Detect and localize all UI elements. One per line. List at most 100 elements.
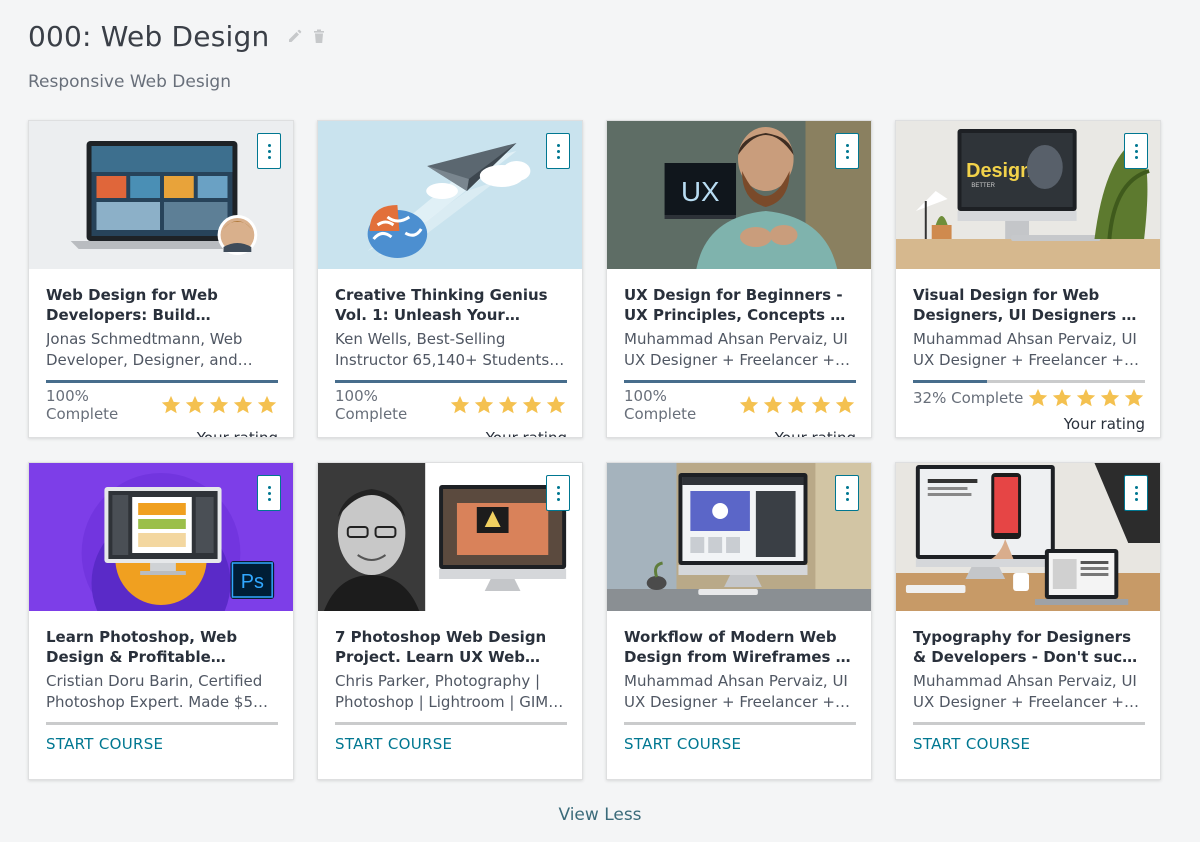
course-thumbnail[interactable]	[29, 121, 293, 269]
star-rating[interactable]	[738, 394, 856, 416]
course-menu-button[interactable]	[1124, 133, 1148, 169]
course-card[interactable]: Creative Thinking Genius Vol. 1: Unleash…	[317, 120, 583, 438]
your-rating-label[interactable]: Your rating	[335, 429, 567, 437]
course-title[interactable]: 7 Photoshop Web Design Project. Learn UX…	[335, 627, 565, 667]
course-thumbnail[interactable]: UX	[607, 121, 871, 269]
star-icon[interactable]	[545, 394, 567, 416]
star-icon[interactable]	[449, 394, 471, 416]
star-icon[interactable]	[810, 394, 832, 416]
progress-bar	[913, 722, 1145, 725]
course-title[interactable]: Learn Photoshop, Web Design & Profitable…	[46, 627, 276, 667]
star-icon[interactable]	[256, 394, 278, 416]
course-thumbnail[interactable]: Design BETTER	[896, 121, 1160, 269]
course-instructor: Chris Parker, Photography | Photoshop | …	[335, 672, 558, 711]
thumb-text-better: BETTER	[971, 183, 995, 189]
course-instructor: Muhammad Ahsan Pervaiz, UI UX Designer +…	[624, 330, 848, 369]
star-icon[interactable]	[738, 394, 760, 416]
course-card[interactable]: Web Design for Web Developers: Build Bea…	[28, 120, 294, 438]
course-menu-button[interactable]	[257, 475, 281, 511]
start-course-link[interactable]: START COURSE	[913, 735, 1143, 753]
course-thumbnail[interactable]	[607, 463, 871, 611]
star-icon[interactable]	[208, 394, 230, 416]
course-title[interactable]: Web Design for Web Developers: Build Bea…	[46, 285, 276, 325]
completion-status: 100% Complete	[46, 387, 119, 423]
course-instructor: Muhammad Ahsan Pervaiz, UI UX Designer +…	[913, 330, 1137, 369]
course-title[interactable]: Typography for Designers & Developers - …	[913, 627, 1143, 667]
star-icon[interactable]	[232, 394, 254, 416]
course-card[interactable]: 7 Photoshop Web Design Project. Learn UX…	[317, 462, 583, 780]
page-subtitle: Responsive Web Design	[28, 72, 231, 92]
course-card[interactable]: Ps Learn Photoshop, Web Design & Profita…	[28, 462, 294, 780]
view-less-footer: View Less	[0, 805, 1200, 825]
pencil-icon[interactable]	[285, 25, 305, 47]
course-grid: Web Design for Web Developers: Build Bea…	[28, 120, 1161, 780]
course-menu-button[interactable]	[546, 133, 570, 169]
completion-status: 100% Complete	[624, 387, 697, 423]
course-menu-button[interactable]	[835, 133, 859, 169]
star-rating[interactable]	[1027, 387, 1145, 409]
course-title[interactable]: UX Design for Beginners - UX Principles,…	[624, 285, 854, 325]
star-icon[interactable]	[762, 394, 784, 416]
progress-bar	[335, 380, 567, 383]
star-icon[interactable]	[786, 394, 808, 416]
course-card[interactable]: Typography for Designers & Developers - …	[895, 462, 1161, 780]
course-thumbnail[interactable]: Ps	[29, 463, 293, 611]
trash-icon[interactable]	[309, 25, 329, 47]
progress-fill	[624, 380, 856, 383]
course-instructor: Muhammad Ahsan Pervaiz, UI UX Designer +…	[913, 672, 1137, 711]
course-title[interactable]: Creative Thinking Genius Vol. 1: Unleash…	[335, 285, 565, 325]
course-instructor: Muhammad Ahsan Pervaiz, UI UX Designer +…	[624, 672, 848, 711]
start-course-link[interactable]: START COURSE	[46, 735, 276, 753]
your-rating-label[interactable]: Your rating	[46, 429, 278, 437]
progress-bar	[46, 722, 278, 725]
course-menu-button[interactable]	[835, 475, 859, 511]
course-title[interactable]: Workflow of Modern Web Design from Wiref…	[624, 627, 854, 667]
start-course-link[interactable]: START COURSE	[624, 735, 854, 753]
completion-status: 100% Complete	[335, 387, 408, 423]
course-thumbnail[interactable]	[896, 463, 1160, 611]
course-instructor: Ken Wells, Best-Selling Instructor 65,14…	[335, 330, 550, 369]
star-rating[interactable]	[160, 394, 278, 416]
progress-bar	[913, 380, 1145, 383]
star-icon[interactable]	[1051, 387, 1073, 409]
star-icon[interactable]	[473, 394, 495, 416]
page-title: 000: Web Design	[28, 19, 270, 53]
view-less-link[interactable]: View Less	[558, 805, 641, 825]
start-course-link[interactable]: START COURSE	[335, 735, 565, 753]
course-thumbnail[interactable]	[318, 121, 582, 269]
progress-fill	[46, 380, 278, 383]
course-instructor: Cristian Doru Barin, Certified Photoshop…	[46, 672, 272, 711]
star-icon[interactable]	[834, 394, 856, 416]
course-menu-button[interactable]	[1124, 475, 1148, 511]
thumb-text-design: Design	[966, 160, 1032, 182]
progress-bar	[335, 722, 567, 725]
star-icon[interactable]	[1099, 387, 1121, 409]
star-icon[interactable]	[1027, 387, 1049, 409]
thumb-text-ps: Ps	[241, 571, 264, 593]
your-rating-label[interactable]: Your rating	[624, 429, 856, 437]
course-menu-button[interactable]	[257, 133, 281, 169]
progress-bar	[624, 722, 856, 725]
progress-fill	[335, 380, 567, 383]
star-icon[interactable]	[184, 394, 206, 416]
star-icon[interactable]	[521, 394, 543, 416]
course-card[interactable]: Design BETTER Visual Design for Web Desi…	[895, 120, 1161, 438]
thumb-text-ux: UX	[681, 176, 720, 207]
course-menu-button[interactable]	[546, 475, 570, 511]
star-icon[interactable]	[497, 394, 519, 416]
page-header: 000: Web Design Responsive Web Design	[28, 18, 329, 92]
completion-status: 32% Complete	[913, 389, 1024, 407]
course-card[interactable]: UX UX Design for Beginners - UX Principl…	[606, 120, 872, 438]
progress-bar	[46, 380, 278, 383]
star-rating[interactable]	[449, 394, 567, 416]
star-icon[interactable]	[1075, 387, 1097, 409]
course-thumbnail[interactable]	[318, 463, 582, 611]
course-card[interactable]: Workflow of Modern Web Design from Wiref…	[606, 462, 872, 780]
star-icon[interactable]	[1123, 387, 1145, 409]
course-title[interactable]: Visual Design for Web Designers, UI Desi…	[913, 285, 1143, 325]
progress-fill	[913, 380, 988, 383]
star-icon[interactable]	[160, 394, 182, 416]
course-instructor: Jonas Schmedtmann, Web Developer, Design…	[46, 330, 243, 369]
progress-bar	[624, 380, 856, 383]
your-rating-label[interactable]: Your rating	[913, 415, 1145, 433]
